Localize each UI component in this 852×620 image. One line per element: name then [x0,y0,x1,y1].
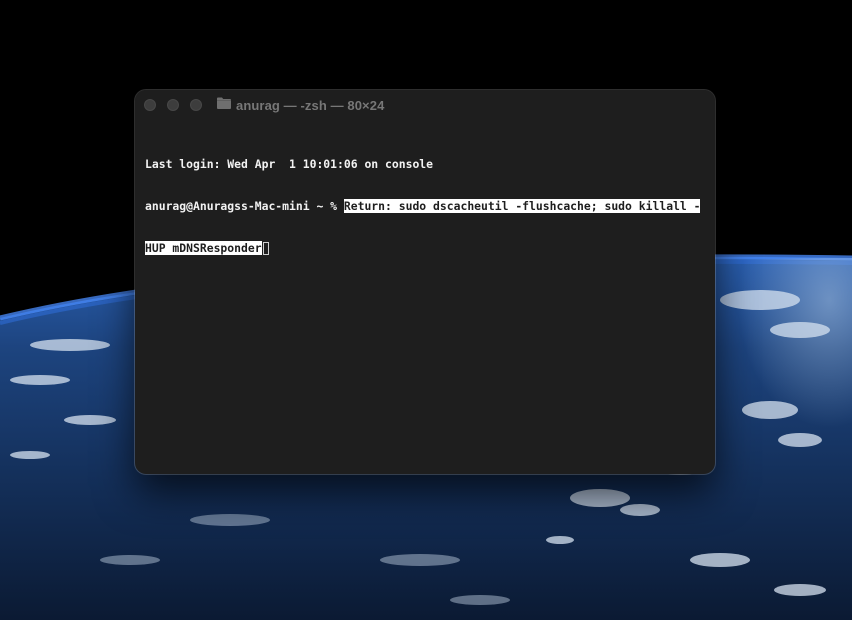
title-bar[interactable]: anurag — -zsh — 80×24 [135,90,715,120]
command-line-wrap[interactable]: HUP mDNSResponder [145,241,707,255]
window-title: anurag — -zsh — 80×24 [236,97,385,113]
last-login-line: Last login: Wed Apr 1 10:01:06 on consol… [145,157,434,171]
shell-prompt: anurag@Anuragss-Mac-mini ~ % [145,199,344,213]
window-title-area: anurag — -zsh — 80×24 [217,90,384,120]
folder-icon [217,97,231,109]
minimize-icon[interactable] [167,99,179,111]
text-cursor [262,242,269,255]
zoom-icon[interactable] [190,99,202,111]
selected-command-text[interactable]: Return: sudo dscacheutil -flushcache; su… [343,199,701,213]
selected-command-text-wrap[interactable]: HUP mDNSResponder [145,241,262,255]
terminal-output[interactable]: Last login: Wed Apr 1 10:01:06 on consol… [145,129,707,283]
terminal-window[interactable]: anurag — -zsh — 80×24 Last login: Wed Ap… [135,90,715,474]
close-icon[interactable] [144,99,156,111]
command-line[interactable]: anurag@Anuragss-Mac-mini ~ % Return: sud… [145,199,707,213]
